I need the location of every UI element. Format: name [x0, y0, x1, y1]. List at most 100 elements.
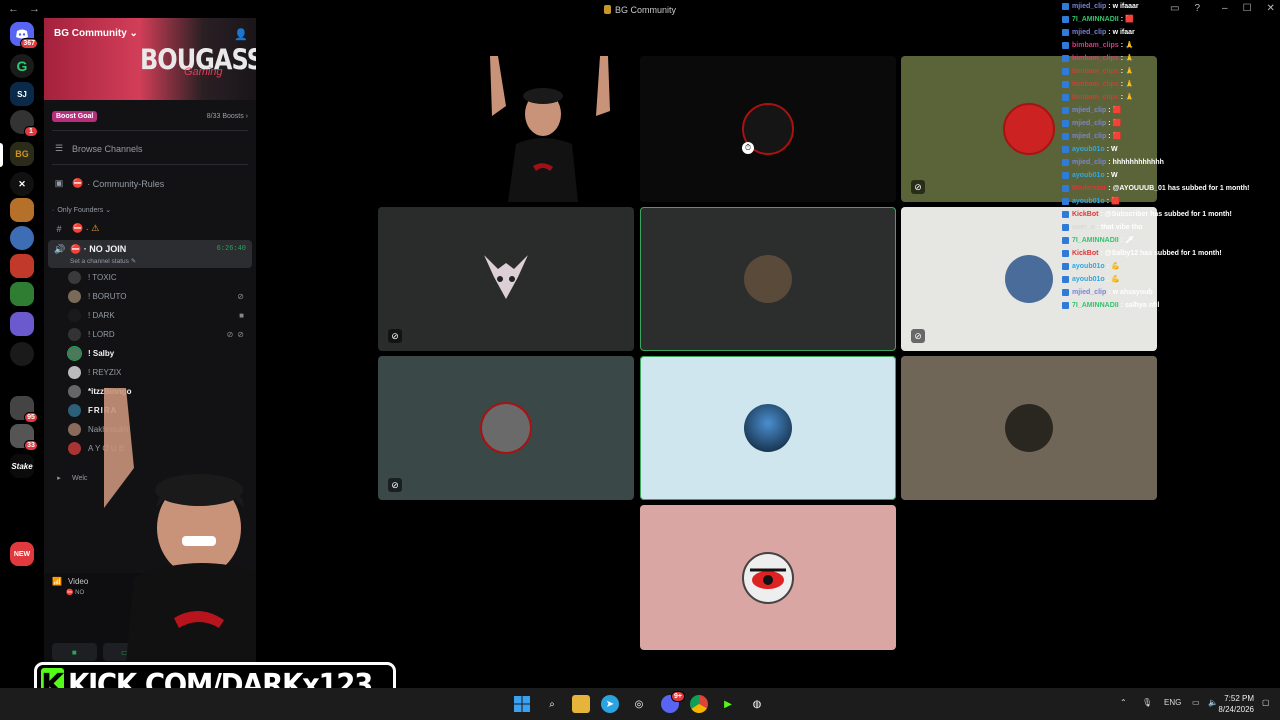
video-tile-4[interactable]: ⊘ [378, 207, 634, 351]
avatar [68, 289, 81, 303]
member-name: ! BORUTO [88, 291, 127, 301]
voice-member[interactable]: ! LORD ⊘⊘ [68, 325, 248, 343]
file-explorer-icon[interactable] [572, 695, 590, 713]
chat-username: mjied_clip [1072, 29, 1107, 36]
avatar [68, 384, 81, 398]
mask-icon [484, 255, 528, 299]
chat-badge-icon [1062, 94, 1069, 101]
boost-goal[interactable]: Boost Goal 8/33 Boosts › [52, 109, 248, 123]
video-tile-9[interactable] [901, 356, 1157, 500]
voice-member[interactable]: ! TOXIC [68, 268, 248, 286]
chat-badge-icon [1062, 133, 1069, 140]
notification-icon[interactable]: ▢ [1262, 698, 1270, 707]
video-tile-7[interactable]: ⊘ [378, 356, 634, 500]
server-icon-dark[interactable] [10, 342, 34, 366]
avatar [68, 441, 81, 455]
chrome-icon[interactable] [690, 695, 708, 713]
app-icon[interactable]: ◎ [630, 695, 648, 713]
video-tile-2[interactable]: ⏱ [640, 56, 896, 202]
kick-app-icon[interactable]: ▶ [719, 695, 737, 713]
server-icon-g[interactable]: G [10, 54, 34, 78]
discord-badge: 9+ [671, 691, 685, 702]
server-icon-stake[interactable]: Stake [10, 454, 34, 478]
chat-message: ayoub01o: 💪 [1062, 273, 1280, 286]
server-icon-burger[interactable] [10, 198, 34, 222]
invite-icon[interactable]: 👤 [234, 28, 248, 41]
server-icon-badged[interactable]: 95 [10, 396, 38, 423]
video-tile-8-speaking[interactable] [640, 356, 896, 500]
obs-icon[interactable]: ◍ [748, 695, 766, 713]
chat-message: 7I_AMINNADII: salhya nfil [1062, 299, 1280, 312]
chat-message: mjied_clip: hhhhhhhhhhhh [1062, 156, 1280, 169]
server-icon-avatar[interactable] [10, 226, 34, 250]
video-tile-5-speaking[interactable] [640, 207, 896, 351]
voice-timer: 6:26:40 [216, 245, 246, 253]
chat-text: W [1111, 172, 1118, 179]
video-tile-dark[interactable] [378, 56, 634, 202]
voice-member[interactable]: ! DARK ■ [68, 306, 248, 324]
server-icon-purple[interactable] [10, 312, 34, 336]
channel-warning[interactable]: # ⛔ · ⚠ [52, 223, 248, 234]
voice-channel-no-join[interactable]: 🔊 ⛔ · NO JOIN Set a channel status ✎ 6:2… [48, 240, 252, 268]
tray-chevron-icon[interactable]: ⌃ [1120, 698, 1127, 707]
chat-message: KickBot: @Salby12 has subbed for 1 month! [1062, 247, 1280, 260]
search-icon[interactable]: ⌕ [543, 695, 561, 713]
chat-badge-icon [1062, 172, 1069, 179]
microphone-icon[interactable]: 🎙 [1142, 698, 1152, 707]
member-name: ! DARK [88, 310, 115, 320]
chat-text: 🙏 [1125, 94, 1134, 101]
server-name-button[interactable]: BG Community ⌄ [54, 28, 138, 39]
chat-username: 7I_AMINNADII [1072, 302, 1119, 309]
server-badge: 1 [24, 126, 38, 137]
voice-channel-status[interactable]: Set a channel status ✎ [70, 257, 136, 265]
server-icon-x[interactable]: ✕ [10, 172, 34, 196]
ban-icon: ⛔ [72, 223, 84, 233]
telegram-icon[interactable]: ➤ [601, 695, 619, 713]
voice-member[interactable]: ! BORUTO ⊘ [68, 287, 248, 305]
chat-badge-icon [1062, 146, 1069, 153]
clock[interactable]: 7:52 PM 8/24/2026 [1218, 693, 1254, 715]
chat-badge-icon [1062, 250, 1069, 257]
member-name: ! Salby [88, 348, 115, 358]
discord-taskbar-icon[interactable]: 9+ [661, 691, 685, 713]
chat-username: ayoub01o [1072, 146, 1105, 153]
list-icon: ☰ [54, 143, 64, 153]
channel-community-rules[interactable]: ▣ ⛔ · Community-Rules [52, 178, 248, 189]
server-badge: 33 [24, 440, 38, 451]
chat-badge-icon [1062, 159, 1069, 166]
start-icon[interactable] [513, 695, 531, 713]
server-icon-sj[interactable]: SJ [10, 82, 34, 106]
chat-badge-icon [1062, 211, 1069, 218]
server-icon-green[interactable] [10, 282, 34, 306]
browse-channels[interactable]: ☰ Browse Channels [52, 143, 248, 154]
category-only-founders[interactable]: · Only Founders ⌄ [52, 206, 248, 215]
chat-badge-icon [1062, 185, 1069, 192]
chat-message: ayoub01o: W [1062, 169, 1280, 182]
chat-message: mjied_clip: 🟥 [1062, 104, 1280, 117]
chat-text: hhhhhhhhhhhh [1112, 159, 1164, 166]
chat-username: mjied_clip [1072, 289, 1107, 296]
muted-icon: ⊘ [388, 329, 402, 343]
avatar [480, 402, 532, 454]
chat-text: 🗡 [1125, 237, 1134, 244]
video-tile-10[interactable] [640, 505, 896, 650]
server-icon-badged-2[interactable]: 33 [10, 424, 38, 451]
server-icon-bg-community[interactable]: BG [10, 142, 34, 166]
new-badge[interactable]: NEW [10, 542, 34, 566]
chat-text: @Salby12 has subbed for 1 month! [1104, 250, 1222, 257]
chat-text: w ifaaar [1112, 3, 1139, 10]
language-indicator[interactable]: ENG [1164, 698, 1181, 707]
camera-icon: ■ [239, 310, 248, 320]
home-button[interactable]: 367 [10, 22, 38, 49]
server-rail: 367 G SJ 1 BG ✕ 95 33 Stake NEW [0, 18, 44, 686]
chat-username: mjied_clip [1072, 120, 1107, 127]
server-icon-red[interactable] [10, 254, 34, 278]
voice-member[interactable]: ! REYZIX [68, 363, 248, 381]
avatar [68, 365, 81, 379]
volume-icon[interactable]: 🔈 [1208, 698, 1218, 707]
avatar [1005, 255, 1053, 303]
network-icon[interactable]: ▭ [1192, 698, 1200, 707]
voice-member[interactable]: ! Salby [67, 344, 248, 362]
camera-button[interactable]: ■ [52, 643, 97, 661]
server-icon-3[interactable]: 1 [10, 110, 38, 137]
